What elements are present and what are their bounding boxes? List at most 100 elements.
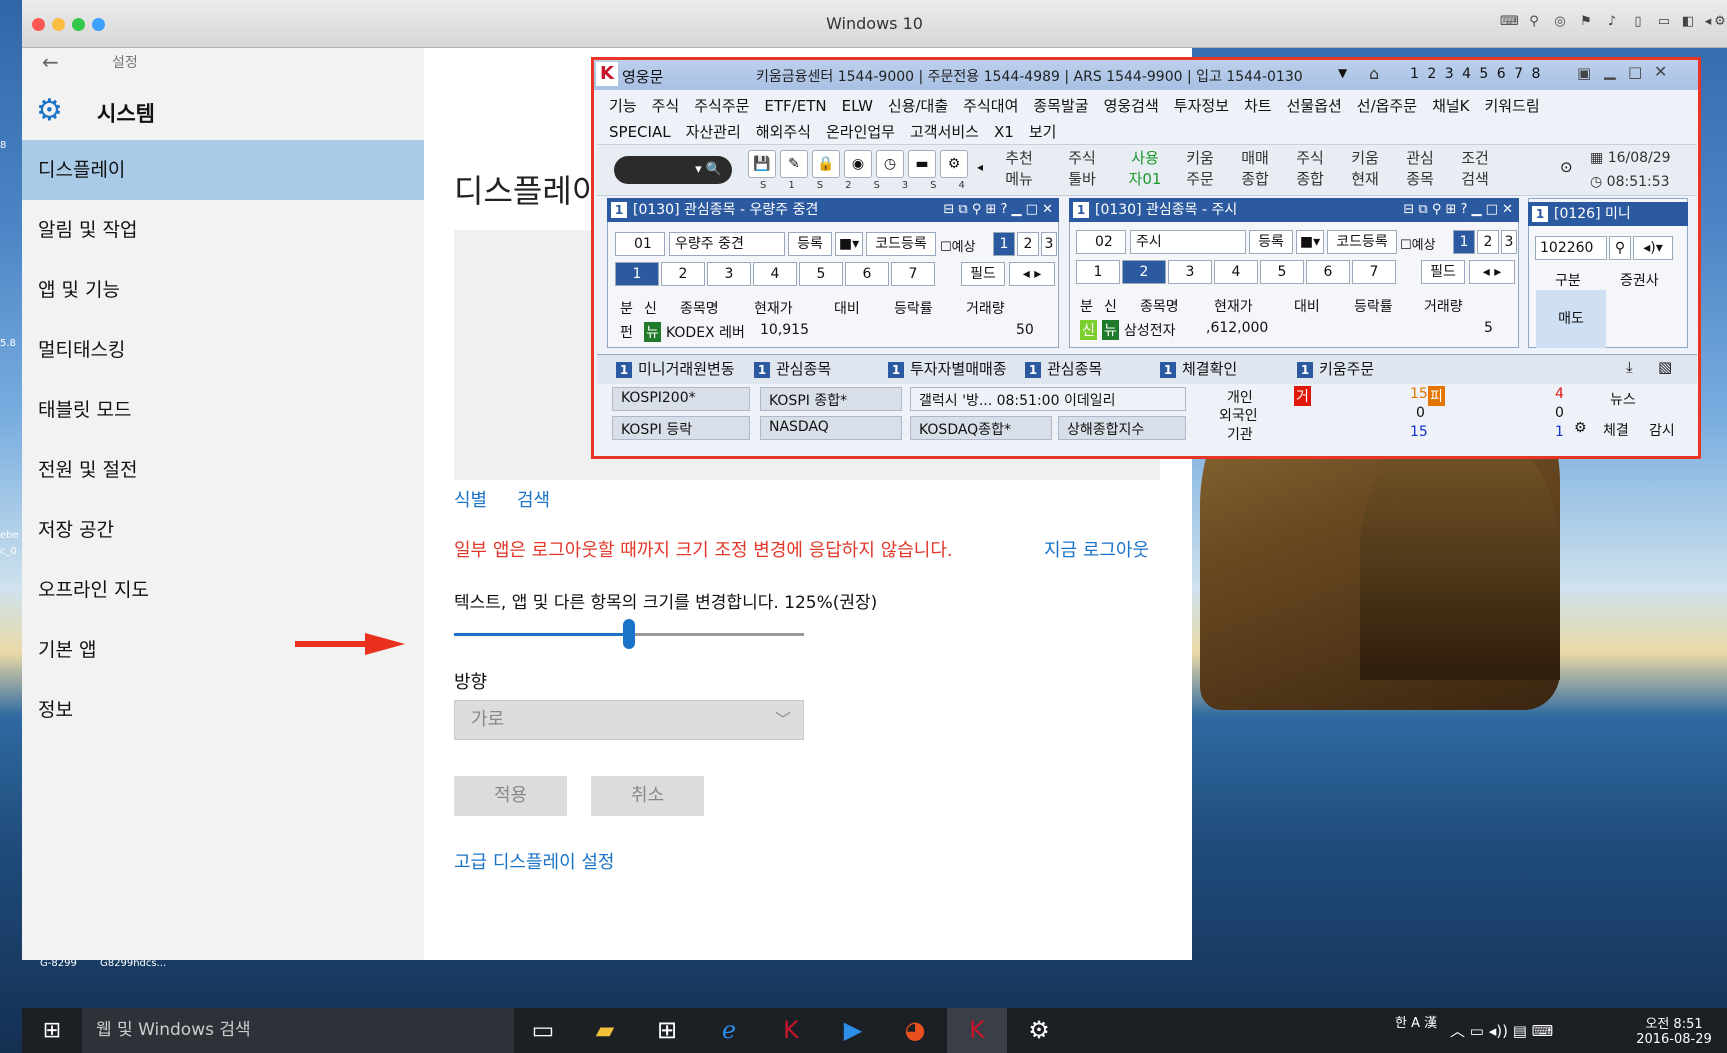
sound-icon[interactable]: ♪ [1604, 14, 1620, 30]
panel2-tab[interactable]: 7 [1352, 260, 1396, 284]
panel1-tab[interactable]: 7 [891, 262, 935, 286]
menu-item[interactable]: 신용/대출 [888, 97, 948, 115]
toolbar-user-button[interactable]: 사용 자01 [1119, 148, 1171, 190]
ie-browser-icon[interactable]: ℯ [699, 1008, 759, 1053]
panel2-tab[interactable]: 3 [1168, 260, 1212, 284]
folder-icon[interactable]: ▭ [1656, 14, 1672, 30]
gear-icon[interactable]: ⚙ [940, 150, 968, 178]
advanced-display-link[interactable]: 고급 디스플레이 설정 [454, 848, 614, 874]
panel1-scroll-arrows[interactable]: ◂ ▸ [1009, 262, 1055, 286]
taskbar-search-box[interactable]: 웹 및 Windows 검색 [82, 1008, 514, 1053]
nav-item-storage[interactable]: 저장 공간 [22, 500, 424, 560]
screen-icon[interactable]: ▬ [908, 150, 936, 178]
menu-item[interactable]: 해외주식 [756, 123, 811, 141]
close-icon[interactable]: ✕ [1654, 62, 1667, 81]
panel2-page[interactable]: 2 [1477, 230, 1499, 254]
panel2-tab[interactable]: 1 [1076, 260, 1120, 284]
panel-controls-icon[interactable]: ⊟ ⧉ ⚲ ⊞ ? ▁ □ ✕ [943, 198, 1053, 222]
gear-icon[interactable]: ⚙ [1574, 420, 1587, 436]
menu-item[interactable]: 기능 [609, 97, 637, 115]
store-icon[interactable]: ⊞ [637, 1008, 697, 1053]
pen-icon[interactable]: ✎ [780, 150, 808, 178]
cancel-button[interactable]: 취소 [591, 776, 704, 816]
panel1-code-register-button[interactable]: 코드등록 [866, 232, 936, 256]
panel2-scroll-arrows[interactable]: ◂ ▸ [1469, 260, 1515, 284]
apply-button[interactable]: 적용 [454, 776, 567, 816]
bottom-tab[interactable]: 1 체결확인 [1160, 358, 1237, 379]
nav-item-offline-maps[interactable]: 오프라인 지도 [22, 560, 424, 620]
lock-icon[interactable]: 🔒 [812, 150, 840, 178]
menu-item[interactable]: 종목발굴 [1033, 97, 1088, 115]
nav-item-power[interactable]: 전원 및 절전 [22, 440, 424, 500]
detect-link[interactable]: 검색 [517, 486, 550, 512]
menu-item[interactable]: 주식 [652, 97, 680, 115]
menu-item[interactable]: 영웅검색 [1104, 97, 1159, 115]
panel1-tab[interactable]: 1 [615, 262, 659, 286]
menu-item[interactable]: SPECIAL [609, 123, 671, 141]
ticker-box[interactable]: NASDAQ [760, 416, 902, 440]
orientation-select[interactable]: 가로 ﹀ [454, 700, 804, 740]
taskbar-date[interactable]: 2016-08-29 [1634, 1032, 1714, 1047]
task-view-icon[interactable]: ▭ [513, 1008, 573, 1053]
menu-item[interactable]: ELW [842, 97, 873, 115]
news-ticker[interactable]: 갤럭시 '방... 08:51:00 이데일리 [910, 387, 1186, 411]
windows-start-icon[interactable]: ⊞ [22, 1008, 82, 1053]
ticker-box[interactable]: KOSPI 등락 [612, 416, 750, 440]
fill-button[interactable]: 체결 [1603, 420, 1629, 440]
panel2-field-button[interactable]: 필드 [1421, 260, 1465, 284]
bottom-tab[interactable]: 1 키움주문 [1297, 358, 1374, 379]
panel1-option-button[interactable]: ■▾ [835, 232, 863, 256]
panel2-register-button[interactable]: 등록 [1249, 230, 1293, 254]
nav-item-notifications[interactable]: 알림 및 작업 [22, 200, 424, 260]
toolbar-trade-button[interactable]: 매매 종합 [1229, 148, 1281, 190]
panel1-register-button[interactable]: 등록 [788, 232, 832, 256]
device-icon[interactable]: ▯ [1630, 14, 1646, 30]
panel2-group-select[interactable]: 주시 [1130, 230, 1246, 254]
news-button[interactable]: 뉴스 [1610, 389, 1636, 409]
toolbar-stock-toolbar-button[interactable]: 주식 툴바 [1056, 148, 1108, 190]
panel1-forecast-checkbox[interactable]: ☐예상 [940, 236, 976, 255]
clock-icon[interactable]: ◷ [876, 150, 904, 178]
panel1-tab[interactable]: 2 [661, 262, 705, 286]
menu-item[interactable]: 보기 [1029, 123, 1057, 141]
usb-icon[interactable]: ⚲ [1526, 14, 1542, 30]
minimize-icon[interactable]: ▁ [1604, 62, 1616, 80]
nav-item-multitasking[interactable]: 멀티태스킹 [22, 320, 424, 380]
slot-label[interactable]: S3 [873, 180, 930, 191]
menu-item[interactable]: 채널K [1432, 97, 1469, 115]
slot-label[interactable]: S2 [817, 180, 874, 191]
panel1-page[interactable]: 1 [993, 232, 1015, 256]
app-icon[interactable]: ◕ [885, 1008, 945, 1053]
keyboard-icon[interactable]: ⌨ [1500, 14, 1519, 30]
save-icon[interactable]: 💾 [748, 150, 776, 178]
logout-link[interactable]: 지금 로그아웃 [1044, 536, 1149, 562]
identify-link[interactable]: 식별 [454, 486, 487, 512]
scale-slider-thumb[interactable] [623, 619, 635, 649]
image-icon[interactable]: ▧ [1658, 358, 1672, 376]
download-icon[interactable]: ⤓ [1626, 358, 1633, 376]
menu-item[interactable]: 투자정보 [1174, 97, 1229, 115]
slot-label[interactable]: S4 [930, 180, 987, 191]
dropdown-icon[interactable]: ▼ [1338, 66, 1347, 80]
panel2-tab[interactable]: 2 [1122, 260, 1166, 284]
bottom-tab[interactable]: 1 투자자별매매종 [888, 358, 1007, 379]
stock-name[interactable]: 삼성전자 [1124, 320, 1176, 340]
nav-item-tablet[interactable]: 태블릿 모드 [22, 380, 424, 440]
bottom-tab[interactable]: 1 관심종목 [754, 358, 831, 379]
menu-item[interactable]: 선물옵션 [1287, 97, 1342, 115]
toolbar-order-button[interactable]: 키움 주문 [1174, 148, 1226, 190]
slot-label[interactable]: S1 [760, 180, 817, 191]
panel1-tab[interactable]: 4 [753, 262, 797, 286]
stock-name[interactable]: KODEX 레버 [666, 322, 745, 342]
search-icon[interactable]: ⚲ [1609, 236, 1631, 260]
menu-item[interactable]: 키워드림 [1485, 97, 1540, 115]
menu-item[interactable]: 온라인업무 [826, 123, 895, 141]
menu-item[interactable]: 주식주문 [694, 97, 749, 115]
bottom-tab[interactable]: 1 미니거래원변동 [616, 358, 735, 379]
monitor-icon[interactable]: ▣ [1577, 64, 1591, 82]
panel2-tab[interactable]: 6 [1306, 260, 1350, 284]
panel1-page[interactable]: 3 [1041, 232, 1057, 256]
kiwoom-active-icon[interactable]: K [947, 1008, 1007, 1053]
menu-item[interactable]: 주식대여 [963, 97, 1018, 115]
toolbar-recommend-button[interactable]: 추천 메뉴 [993, 148, 1045, 190]
